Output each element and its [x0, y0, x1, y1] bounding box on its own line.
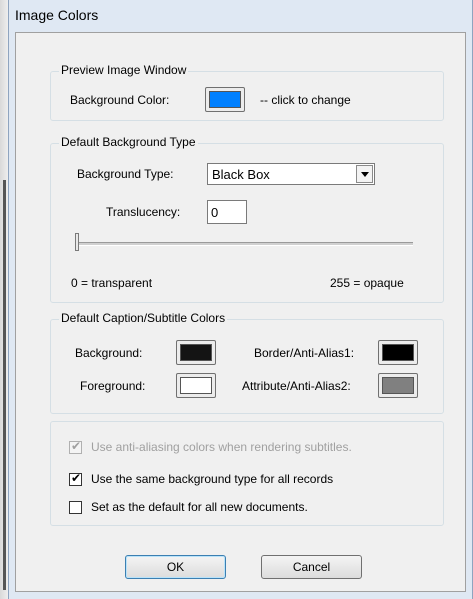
set-default-checkbox[interactable]: ✔ — [69, 501, 82, 514]
options-group: ✔ Use anti-aliasing colors when renderin… — [50, 421, 444, 526]
same-background-checkbox[interactable]: ✔ — [69, 471, 82, 486]
caption-subtitle-colors-group: Default Caption/Subtitle Colors Backgrou… — [50, 311, 444, 414]
background-type-value: Black Box — [212, 167, 270, 182]
caption-foreground-color-button[interactable] — [176, 373, 216, 398]
same-background-checkbox-label: Use the same background type for all rec… — [91, 472, 334, 486]
image-colors-dialog: Image Colors Preview Image Window Backgr… — [8, 0, 473, 599]
preview-group-legend: Preview Image Window — [59, 63, 189, 77]
caption-background-label: Background: — [75, 346, 143, 360]
ok-button[interactable]: OK — [125, 555, 226, 579]
checkmark-icon: ✔ — [71, 439, 82, 453]
caption-foreground-color-swatch — [180, 377, 212, 394]
background-color-label: Background Color: — [70, 93, 170, 107]
translucency-input[interactable] — [207, 200, 247, 224]
default-bg-group-legend: Default Background Type — [59, 135, 198, 149]
translucency-slider-thumb[interactable] — [75, 233, 79, 251]
attribute-antialias2-label: Attribute/Anti-Alias2: — [242, 379, 351, 393]
caption-background-color-swatch — [180, 344, 212, 361]
dialog-client-area: Preview Image Window Background Color: -… — [15, 32, 466, 592]
chevron-down-icon[interactable] — [356, 165, 373, 183]
cancel-button[interactable]: Cancel — [261, 555, 362, 579]
window-title: Image Colors — [15, 7, 99, 23]
caption-group-legend: Default Caption/Subtitle Colors — [59, 311, 228, 325]
slider-max-label: 255 = opaque — [330, 276, 404, 290]
click-to-change-hint: -- click to change — [260, 93, 351, 107]
caption-background-color-button[interactable] — [176, 340, 216, 365]
checkmark-icon: ✔ — [71, 471, 82, 485]
border-antialias1-color-button[interactable] — [378, 340, 418, 365]
background-type-label: Background Type: — [77, 167, 174, 181]
attribute-antialias2-color-swatch — [382, 377, 414, 394]
translucency-slider-track[interactable] — [75, 242, 413, 246]
preview-image-window-group: Preview Image Window Background Color: -… — [50, 63, 444, 121]
title-bar[interactable]: Image Colors — [9, 0, 472, 32]
default-background-type-group: Default Background Type Background Type:… — [50, 135, 444, 303]
antialias-checkbox-label: Use anti-aliasing colors when rendering … — [91, 440, 352, 454]
set-default-checkbox-label: Set as the default for all new documents… — [91, 500, 308, 514]
border-antialias1-color-swatch — [382, 344, 414, 361]
border-antialias1-label: Border/Anti-Alias1: — [254, 346, 355, 360]
background-window-edge — [0, 0, 8, 599]
antialias-checkbox[interactable]: ✔ — [69, 439, 82, 454]
attribute-antialias2-color-button[interactable] — [378, 373, 418, 398]
background-type-select[interactable]: Black Box — [207, 163, 375, 185]
preview-background-color-swatch — [209, 91, 241, 108]
preview-background-color-button[interactable] — [205, 87, 245, 112]
translucency-label: Translucency: — [106, 205, 181, 219]
caption-foreground-label: Foreground: — [80, 379, 146, 393]
slider-min-label: 0 = transparent — [71, 276, 153, 290]
